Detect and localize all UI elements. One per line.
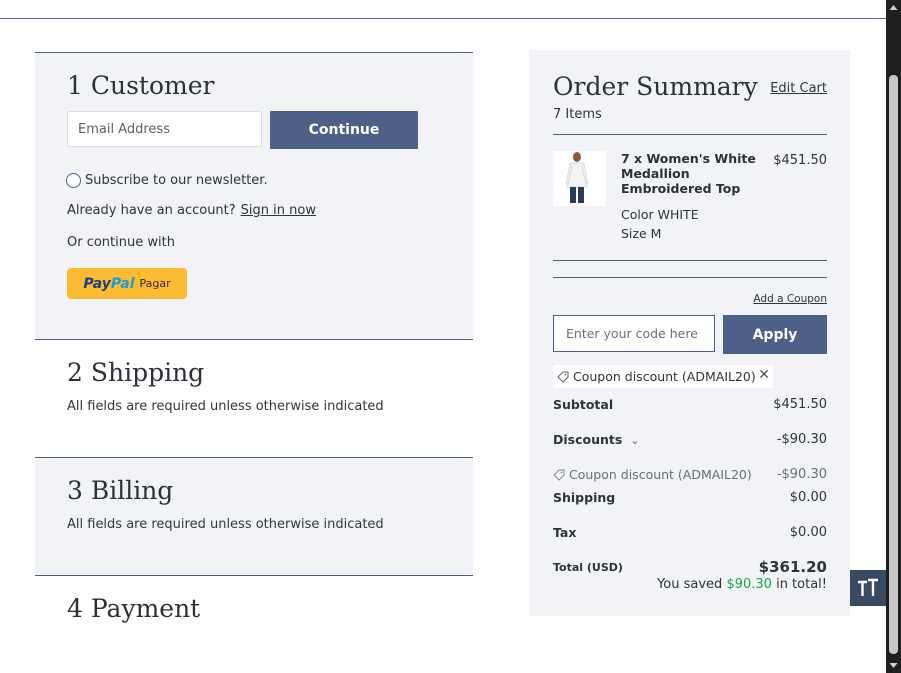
or-continue-text: Or continue with xyxy=(67,235,175,250)
chevron-down-icon: ⌄ xyxy=(630,434,640,447)
shipping-label: Shipping xyxy=(553,490,616,505)
continue-button[interactable]: Continue xyxy=(270,111,418,149)
shipping-note: All fields are required unless otherwise… xyxy=(67,399,384,414)
applied-coupon-chip: Coupon discount (ADMAIL20) ✕ xyxy=(553,365,773,388)
scrollbar-thumb[interactable] xyxy=(889,75,898,654)
product-size: Size M xyxy=(621,226,662,241)
summary-divider xyxy=(553,134,827,135)
email-field[interactable] xyxy=(67,111,262,147)
scroll-down-icon[interactable] xyxy=(886,658,901,673)
tag-icon xyxy=(553,469,565,481)
tax-value: $0.00 xyxy=(789,525,827,540)
discounts-value: -$90.30 xyxy=(776,432,827,447)
apply-coupon-button[interactable]: Apply xyxy=(723,315,827,354)
newsletter-radio[interactable] xyxy=(66,173,81,188)
text-size-button[interactable] xyxy=(850,570,886,606)
account-prompt: Already have an account? Sign in now xyxy=(67,203,316,218)
coupon-discount-label: Coupon discount (ADMAIL20) xyxy=(569,467,752,482)
customer-step: 1 Customer Continue Subscribe to our new… xyxy=(35,52,473,340)
summary-title: Order Summary xyxy=(553,72,758,101)
product-image xyxy=(553,151,606,206)
scrollbar[interactable] xyxy=(886,0,901,673)
product-color: Color WHITE xyxy=(621,207,699,222)
product-price: $451.50 xyxy=(773,153,827,168)
savings-note: You saved $90.30 in total! xyxy=(657,577,827,592)
shipping-value: $0.00 xyxy=(789,490,827,505)
customer-step-title: 1 Customer xyxy=(67,71,215,100)
subtotal-label: Subtotal xyxy=(553,397,614,412)
remove-coupon-icon[interactable]: ✕ xyxy=(758,367,770,383)
shipping-step: 2 Shipping All fields are required unles… xyxy=(35,339,473,458)
payment-step: 4 Payment xyxy=(35,575,473,645)
header-divider xyxy=(0,18,886,19)
add-coupon-link[interactable]: Add a Coupon xyxy=(753,293,827,305)
summary-divider xyxy=(553,277,827,278)
sign-in-link[interactable]: Sign in now xyxy=(241,203,316,218)
billing-step: 3 Billing All fields are required unless… xyxy=(35,457,473,576)
tag-icon xyxy=(557,371,569,383)
discounts-toggle[interactable]: Discounts ⌄ xyxy=(553,432,640,447)
scroll-up-icon[interactable] xyxy=(886,0,901,15)
coupon-discount-value: -$90.30 xyxy=(776,467,827,482)
tax-label: Tax xyxy=(553,525,577,540)
discounts-label: Discounts xyxy=(553,432,623,447)
product-name: 7 x Women's White Medallion Embroidered … xyxy=(621,151,756,196)
subtotal-value: $451.50 xyxy=(773,397,827,412)
items-count: 7 Items xyxy=(553,107,602,122)
billing-note: All fields are required unless otherwise… xyxy=(67,517,384,532)
order-summary: Order Summary Edit Cart 7 Items 7 x Wome… xyxy=(529,50,850,616)
edit-cart-link[interactable]: Edit Cart xyxy=(770,81,827,96)
savings-prefix: You saved xyxy=(657,577,723,592)
payment-step-title: 4 Payment xyxy=(67,594,201,623)
shipping-step-title: 2 Shipping xyxy=(67,358,205,387)
newsletter-label: Subscribe to our newsletter. xyxy=(85,173,268,188)
account-prompt-text: Already have an account? xyxy=(67,203,236,218)
summary-divider xyxy=(553,260,827,261)
total-value: $361.20 xyxy=(758,558,827,576)
coupon-discount-line: Coupon discount (ADMAIL20) xyxy=(553,467,752,482)
billing-step-title: 3 Billing xyxy=(67,476,174,505)
savings-suffix: in total! xyxy=(776,577,827,592)
savings-amount: $90.30 xyxy=(726,577,772,592)
newsletter-option[interactable]: Subscribe to our newsletter. xyxy=(66,173,268,188)
total-label: Total (USD) xyxy=(553,561,623,574)
text-size-icon xyxy=(858,578,878,596)
coupon-code-input[interactable] xyxy=(553,315,715,352)
applied-coupon-label: Coupon discount (ADMAIL20) xyxy=(573,369,756,384)
paypal-button[interactable]: PayPal Pagar xyxy=(67,268,187,299)
paypal-logo: PayPal xyxy=(83,275,135,292)
paypal-action-label: Pagar xyxy=(139,277,171,290)
